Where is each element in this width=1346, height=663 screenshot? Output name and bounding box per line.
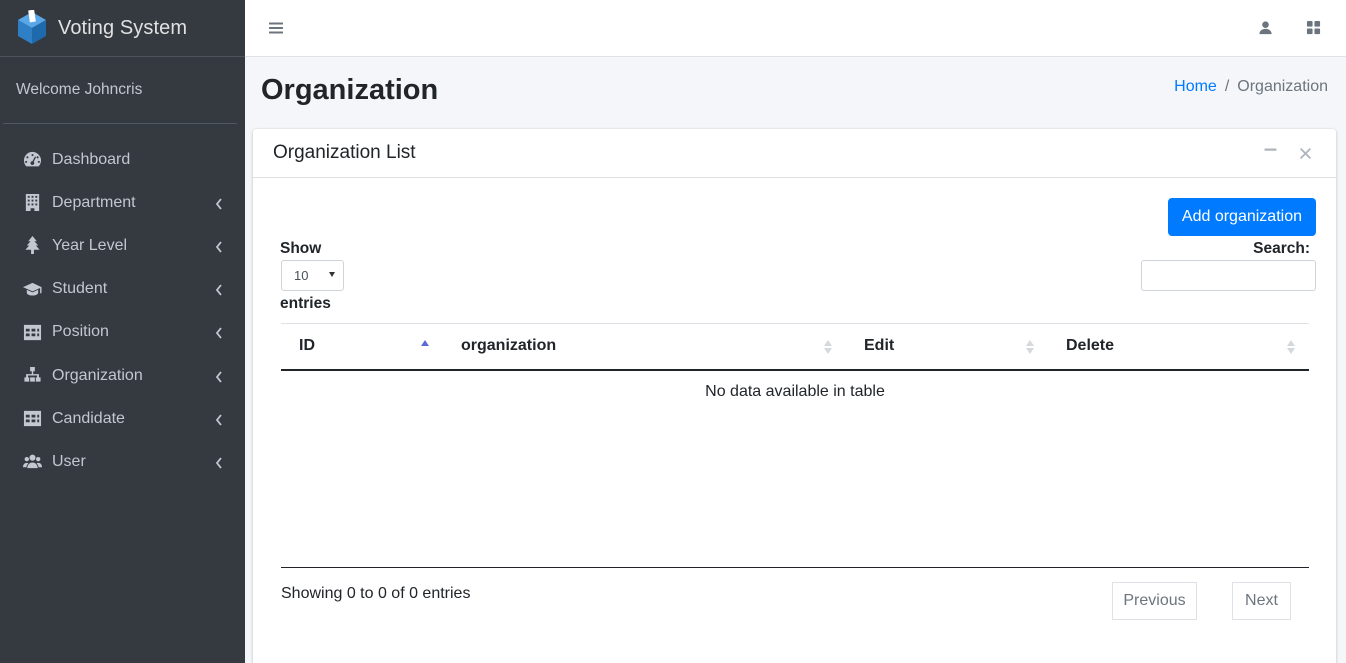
sidebar-item-organization[interactable]: Organization [0,354,245,397]
ballot-box-logo-icon [16,9,48,46]
user-panel: Welcome Johncris [3,57,237,124]
table-info: Showing 0 to 0 of 0 entries [281,585,471,602]
sidebar-item-label: Position [52,323,109,341]
chevron-left-icon [215,197,223,210]
card-header: Organization List [253,129,1336,178]
chevron-left-icon [215,413,223,426]
top-navbar [245,0,1346,57]
entries-label: entries [280,295,331,312]
graduation-cap-icon [22,279,42,299]
sidebar-item-dashboard[interactable]: Dashboard [0,138,245,181]
sidebar-item-year-level[interactable]: Year Level [0,224,245,267]
sidebar-item-student[interactable]: Student [0,268,245,311]
tree-icon [22,236,42,256]
sidebar-item-label: Year Level [52,236,128,254]
column-header-label: Edit [864,337,895,355]
page-title: Organization [261,74,439,106]
close-icon[interactable] [1300,146,1312,159]
column-header-label: Delete [1066,337,1115,355]
users-icon [22,452,42,472]
chevron-left-icon [215,326,223,339]
card-title: Organization List [273,142,416,163]
organization-list-card: Organization List Add organization Show … [253,129,1336,663]
sidebar-item-label: Candidate [52,409,125,427]
table-header-row: ID organization Edit Delete [281,323,1309,371]
sort-asc-icon [421,340,429,354]
organization-table: ID organization Edit Delete No data avai… [281,323,1309,414]
column-header-label: ID [299,337,315,355]
brand-name: Voting System [58,16,188,39]
column-header-edit[interactable]: Edit [846,323,1048,371]
table-icon [22,409,42,429]
building-icon [22,193,42,213]
sort-icon [1287,340,1295,354]
entries-length-select[interactable]: 10 [281,260,344,291]
column-header-id[interactable]: ID [281,323,443,371]
entries-length-value: 10 [294,268,309,283]
sidebar-item-user[interactable]: User [0,440,245,483]
show-label: Show [280,240,322,257]
chevron-left-icon [215,370,223,383]
breadcrumb: Home / Organization [1174,78,1328,96]
brand-link[interactable]: Voting System [0,0,245,57]
search-label: Search: [1253,240,1310,257]
sort-icon [824,340,832,354]
pagination-next-button[interactable]: Next [1232,582,1291,620]
caret-down-icon [329,272,335,277]
chevron-left-icon [215,240,223,253]
table-row: No data available in table [281,370,1309,414]
sidebar-item-label: Student [52,280,108,298]
search-input[interactable] [1141,260,1316,291]
sidebar-item-candidate[interactable]: Candidate [0,397,245,440]
bars-icon[interactable] [268,20,284,36]
column-header-label: organization [461,337,557,355]
breadcrumb-current: Organization [1237,78,1328,95]
sidebar: Voting System Welcome Johncris Dashboard… [0,0,245,663]
chevron-left-icon [215,283,223,296]
breadcrumb-home-link[interactable]: Home [1174,78,1217,96]
welcome-text[interactable]: Welcome Johncris [6,81,142,99]
sidebar-item-label: Organization [52,366,143,384]
sidebar-item-label: User [52,452,86,470]
sidebar-item-position[interactable]: Position [0,311,245,354]
column-header-organization[interactable]: organization [443,323,846,371]
sidebar-item-department[interactable]: Department [0,181,245,224]
sidebar-item-label: Department [52,193,136,211]
chevron-left-icon [215,456,223,469]
user-icon[interactable] [1258,20,1274,36]
dashboard-icon [22,150,42,170]
minus-icon[interactable] [1264,143,1278,157]
grid-icon[interactable] [1306,20,1322,36]
breadcrumb-separator: / [1224,78,1230,95]
table-bottom-border [281,567,1309,568]
sitemap-icon [22,366,42,386]
sidebar-item-label: Dashboard [52,150,131,168]
sort-icon [1026,340,1034,354]
add-organization-button[interactable]: Add organization [1167,198,1316,236]
empty-table-message: No data available in table [705,383,885,400]
pagination-previous-button[interactable]: Previous [1112,582,1197,620]
table-icon [22,322,42,342]
sidebar-nav: Dashboard Department Year Level Student [0,124,245,484]
column-header-delete[interactable]: Delete [1048,323,1309,371]
